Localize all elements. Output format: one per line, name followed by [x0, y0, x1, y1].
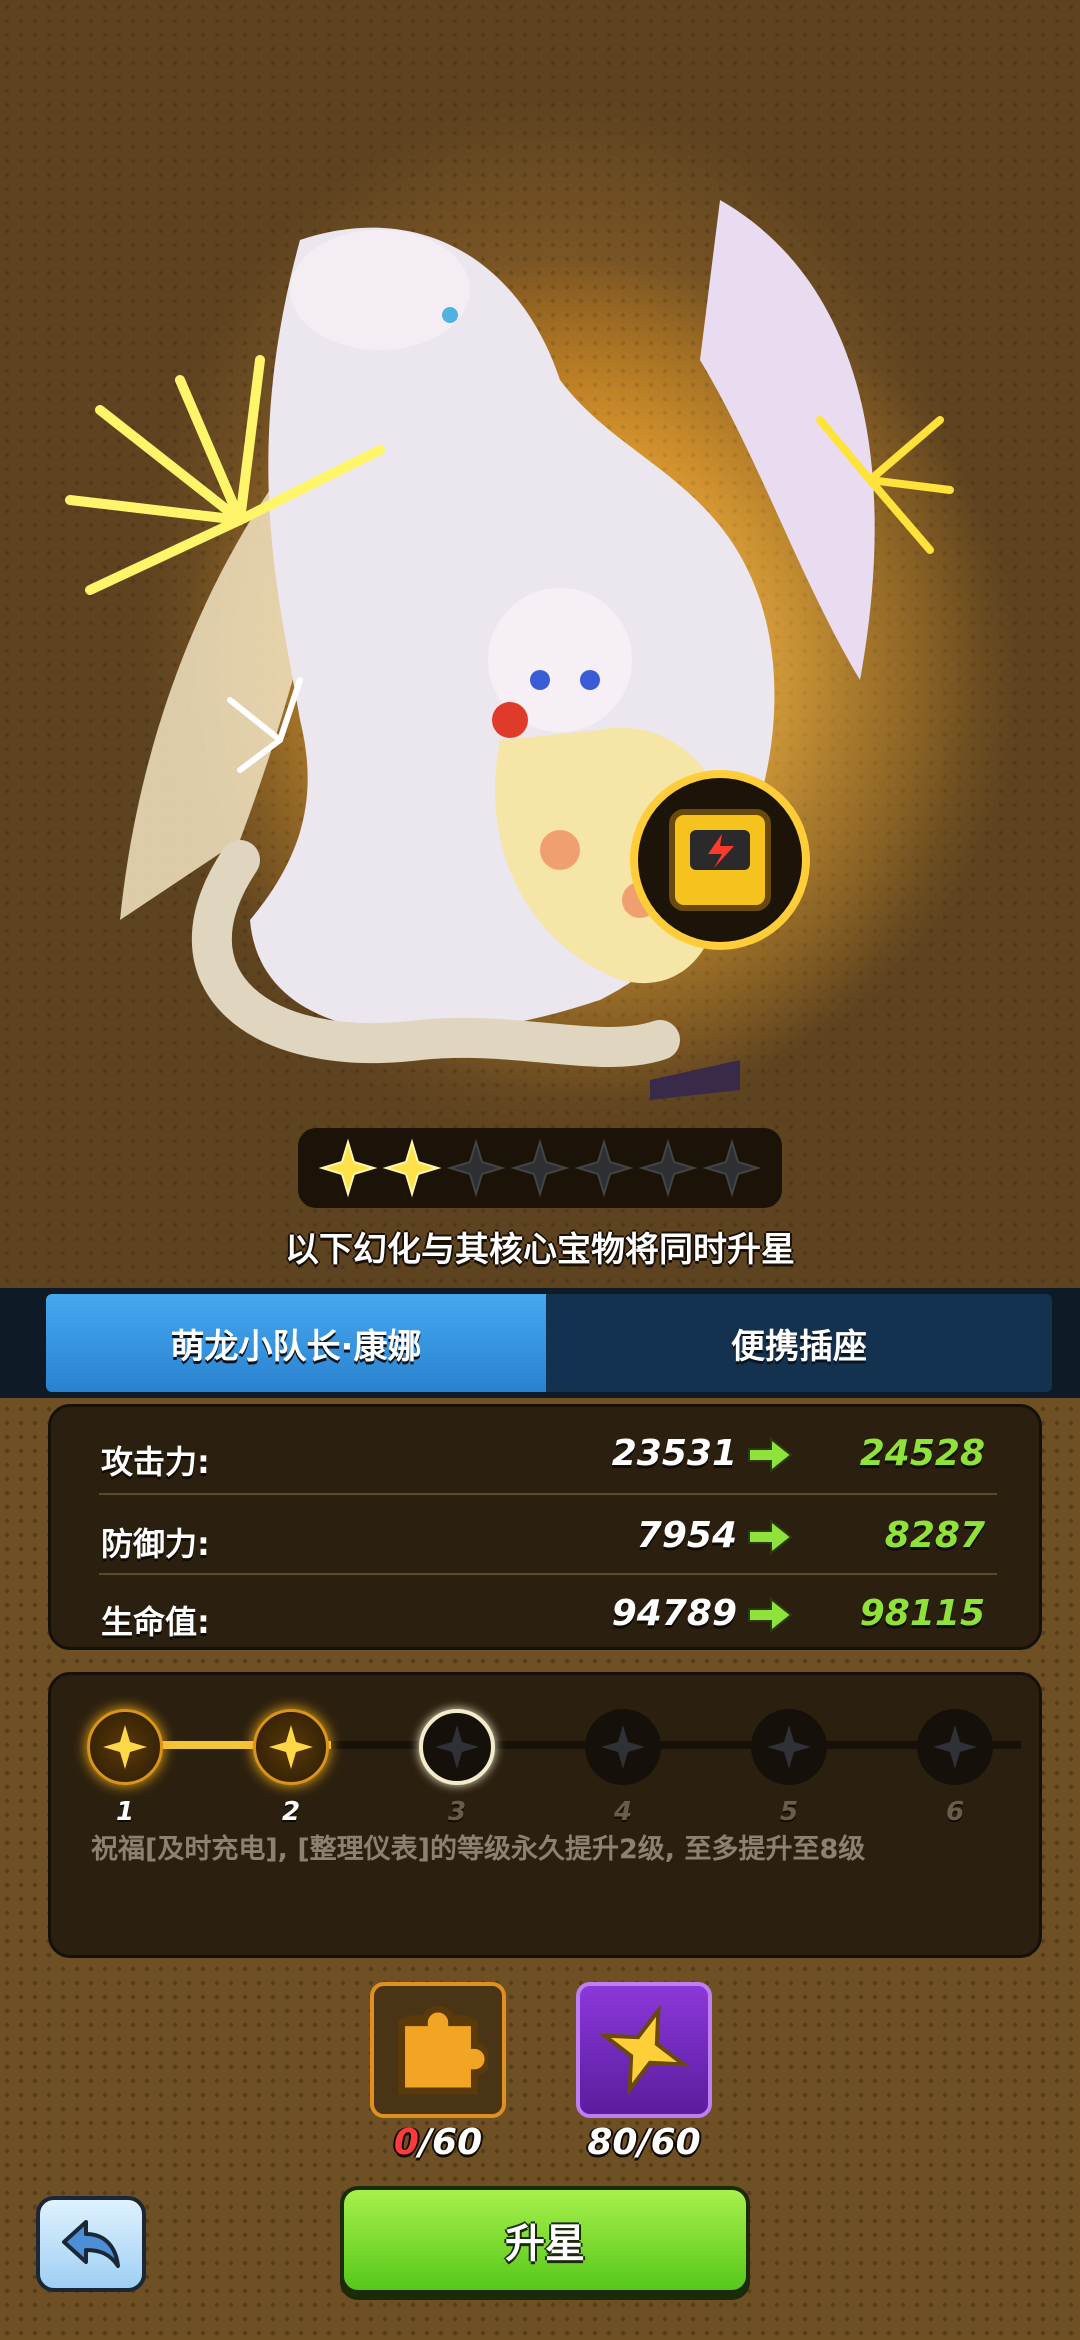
back-arrow-icon — [62, 2220, 120, 2268]
star-node-5 — [751, 1709, 827, 1785]
material-star-crystal[interactable] — [576, 1982, 712, 2118]
star-dark-icon — [601, 1725, 645, 1769]
stat-old-value: 7954 — [636, 1515, 737, 1556]
blessing-description: 祝福[及时充电], [整理仪表]的等级永久提升2级, 至多提升至8级 — [91, 1834, 866, 1865]
star-node-4 — [585, 1709, 661, 1785]
divider — [99, 1493, 997, 1495]
material-have: 80 — [587, 2122, 638, 2163]
stat-new-value: 24528 — [859, 1433, 985, 1474]
star-empty-icon — [446, 1138, 506, 1198]
material-count-star: 80/60 — [554, 2122, 734, 2163]
star-node-number: 6 — [945, 1797, 965, 1827]
star-lit-icon — [103, 1725, 147, 1769]
star-empty-icon — [574, 1138, 634, 1198]
tab-character[interactable]: 萌龙小队长·康娜 — [46, 1294, 546, 1392]
stat-row-attack: 攻击力: 23531 24528 — [51, 1419, 1039, 1499]
stat-label: 生命值: — [101, 1603, 210, 1641]
star-node-1 — [87, 1709, 163, 1785]
stat-row-hp: 生命值: 94789 98115 — [51, 1579, 1039, 1659]
stat-new-value: 98115 — [859, 1593, 985, 1634]
star-empty-icon — [702, 1138, 762, 1198]
arrow-right-icon — [748, 1518, 793, 1556]
back-button[interactable] — [36, 2196, 146, 2292]
star-node-3 — [419, 1709, 495, 1785]
gold-star-icon — [598, 2004, 690, 2096]
stats-panel: 攻击力: 23531 24528 防御力: 7954 8287 生命值: 947… — [48, 1404, 1042, 1650]
star-node-number: 5 — [779, 1797, 799, 1827]
star-filled-icon — [382, 1138, 442, 1198]
star-dark-icon — [435, 1725, 479, 1769]
stat-old-value: 94789 — [611, 1593, 737, 1634]
material-need: /60 — [637, 2122, 701, 2163]
material-need: /60 — [418, 2122, 483, 2163]
stat-row-defense: 防御力: 7954 8287 — [51, 1501, 1039, 1581]
star-node-number: 4 — [613, 1797, 633, 1827]
material-socket-piece[interactable] — [370, 1982, 506, 2118]
tab-core-treasure[interactable]: 便携插座 — [546, 1294, 1052, 1392]
stat-label: 攻击力: — [101, 1443, 210, 1481]
star-rating-bar — [298, 1128, 782, 1208]
star-node-number: 2 — [281, 1797, 301, 1827]
star-dark-icon — [767, 1725, 811, 1769]
material-count-socket: 0/60 — [348, 2122, 528, 2163]
star-node-number: 3 — [447, 1797, 467, 1827]
divider — [99, 1573, 997, 1575]
star-filled-icon — [318, 1138, 378, 1198]
stat-label: 防御力: — [101, 1525, 210, 1563]
upgrade-star-button[interactable]: 升星 — [340, 2186, 750, 2294]
arrow-right-icon — [748, 1436, 793, 1474]
puzzle-piece-icon — [398, 2005, 488, 2095]
tab-bar: 萌龙小队长·康娜 便携插座 — [0, 1288, 1080, 1398]
star-node-2 — [253, 1709, 329, 1785]
star-empty-icon — [638, 1138, 698, 1198]
stat-new-value: 8287 — [884, 1515, 985, 1556]
stat-old-value: 23531 — [611, 1433, 737, 1474]
arrow-right-icon — [748, 1596, 793, 1634]
star-empty-icon — [510, 1138, 570, 1198]
star-progress-panel: 1 2 3 4 5 6 祝福[及时充电], [整理仪表]的等级永久提升2级, 至… — [48, 1672, 1042, 1958]
material-have: 0 — [393, 2122, 419, 2163]
upgrade-notice: 以下幻化与其核心宝物将同时升星 — [285, 1230, 795, 1270]
star-dark-icon — [933, 1725, 977, 1769]
star-node-6 — [917, 1709, 993, 1785]
star-node-number: 1 — [115, 1797, 135, 1827]
star-lit-icon — [269, 1725, 313, 1769]
character-illustration — [65, 200, 1020, 1100]
